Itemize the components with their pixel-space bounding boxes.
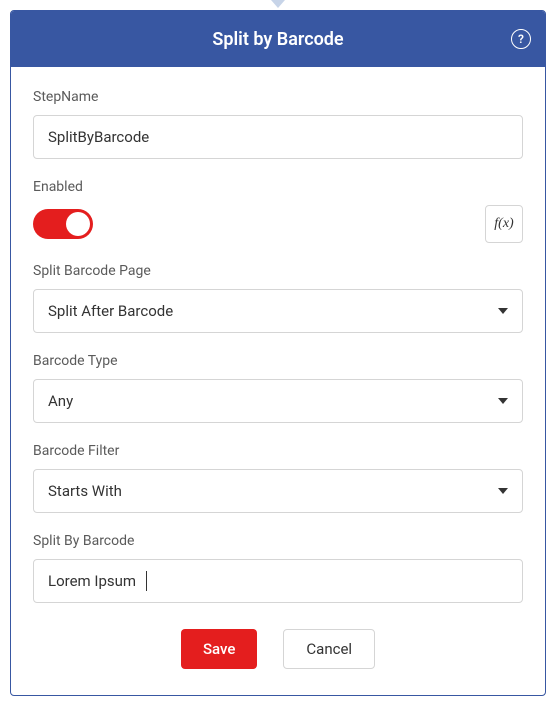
split-by-barcode-input[interactable] xyxy=(33,559,523,603)
barcode-filter-select[interactable]: Starts With xyxy=(33,469,523,513)
field-split-barcode-page: Split Barcode Page Split After Barcode xyxy=(33,263,523,333)
barcode-filter-label: Barcode Filter xyxy=(33,443,523,459)
dialog-title: Split by Barcode xyxy=(212,29,343,50)
dialog-header: Split by Barcode ? xyxy=(11,11,545,67)
field-barcode-type: Barcode Type Any xyxy=(33,353,523,423)
dialog-body: StepName Enabled f(x) Split Barcode Page… xyxy=(11,67,545,695)
text-cursor-icon xyxy=(146,571,147,591)
barcode-type-label: Barcode Type xyxy=(33,353,523,369)
enabled-label: Enabled xyxy=(33,179,523,195)
fx-button[interactable]: f(x) xyxy=(485,205,523,243)
dialog: Split by Barcode ? StepName Enabled f(x)… xyxy=(10,10,546,696)
help-icon[interactable]: ? xyxy=(511,29,531,49)
split-barcode-page-select[interactable]: Split After Barcode xyxy=(33,289,523,333)
enabled-row: f(x) xyxy=(33,205,523,243)
field-barcode-filter: Barcode Filter Starts With xyxy=(33,443,523,513)
stepname-input[interactable] xyxy=(33,115,523,159)
field-stepname: StepName xyxy=(33,89,523,159)
connector-arrow-icon xyxy=(271,0,285,8)
dialog-footer: Save Cancel xyxy=(33,623,523,669)
field-enabled: Enabled f(x) xyxy=(33,179,523,243)
field-split-by-barcode: Split By Barcode xyxy=(33,533,523,603)
cancel-button[interactable]: Cancel xyxy=(283,629,375,669)
toggle-knob xyxy=(66,212,90,236)
help-glyph: ? xyxy=(518,32,524,46)
split-by-barcode-label: Split By Barcode xyxy=(33,533,523,549)
barcode-type-select[interactable]: Any xyxy=(33,379,523,423)
stepname-label: StepName xyxy=(33,89,523,105)
split-by-barcode-input-wrap xyxy=(33,559,523,603)
split-barcode-page-label: Split Barcode Page xyxy=(33,263,523,279)
save-button[interactable]: Save xyxy=(181,629,257,669)
enabled-toggle[interactable] xyxy=(33,209,93,239)
